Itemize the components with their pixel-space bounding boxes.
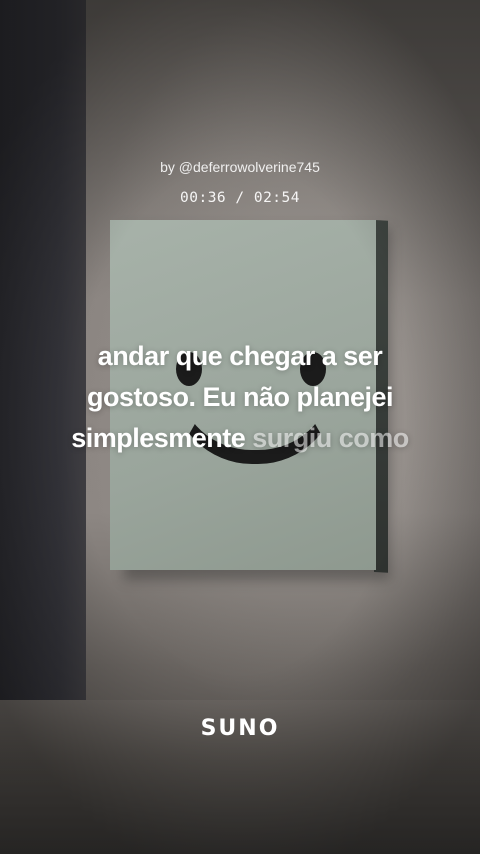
lyrics-line-3: simplesmente surgiu como: [0, 418, 480, 459]
playback-time: 00:36 / 02:54: [180, 190, 300, 206]
lyrics-sung-words: simplesmente: [71, 423, 246, 453]
lyrics-line-1: andar que chegar a ser: [97, 341, 383, 371]
lyrics-line-2: gostoso. Eu não planejei: [86, 382, 394, 412]
suno-logo: SUNO: [200, 716, 280, 741]
video-player[interactable]: by @deferrowolverine745 00:36 / 02:54 an…: [0, 0, 480, 854]
lyrics-upcoming-words: surgiu como: [252, 423, 409, 453]
author-byline: by @deferrowolverine745: [160, 159, 320, 175]
lyrics-caption: andar que chegar a ser gostoso. Eu não p…: [0, 336, 480, 459]
